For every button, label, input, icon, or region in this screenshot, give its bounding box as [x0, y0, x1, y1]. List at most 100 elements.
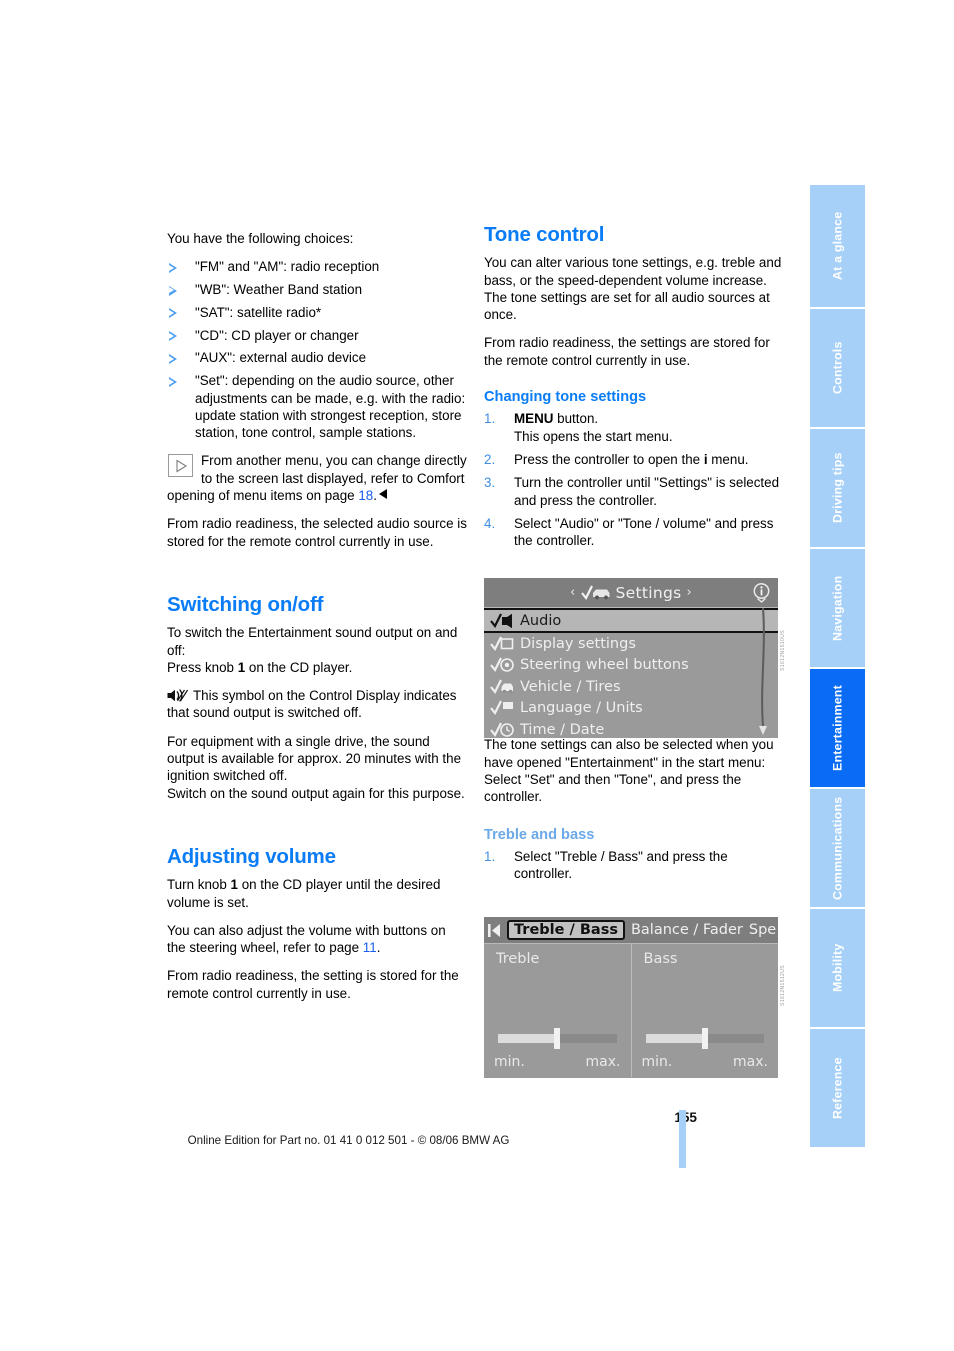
step-text: Select "Treble / Bass" and press the con…	[514, 848, 728, 882]
sidebar-item-driving-tips[interactable]: Driving tips	[810, 429, 865, 547]
settings-item-label: Time / Date	[520, 721, 605, 738]
triangle-bullet-icon	[169, 353, 177, 364]
sidebar-item-reference[interactable]: Reference	[810, 1029, 865, 1147]
settings-item-audio[interactable]: Audio	[484, 608, 778, 633]
bass-label: Bass	[643, 951, 678, 967]
tone-stored-paragraph: From radio readiness, the settings are s…	[484, 335, 770, 368]
settings-item-vehicle-tires[interactable]: Vehicle / Tires	[484, 676, 778, 698]
tab-speed-volume[interactable]: Spe	[749, 922, 776, 938]
sidebar-item-at-a-glance[interactable]: At a glance	[810, 185, 865, 307]
volume-p1-pre: Turn knob	[167, 877, 231, 893]
list-item: 1. Select "Treble / Bass" and press the c…	[484, 848, 784, 883]
after-settings-line2: Select "Set" and then "Tone", and press …	[484, 772, 742, 805]
bass-slider-fill	[645, 1034, 705, 1043]
list-item: 3. Turn the controller until "Settings" i…	[484, 474, 784, 509]
sidebar-item-label: Controls	[830, 341, 845, 395]
page-title-adjusting-volume: Adjusting volume	[167, 844, 336, 868]
choice-label: "AUX": external audio device	[195, 350, 367, 366]
note-block: From another menu, you can change direct…	[167, 452, 467, 504]
triangle-bullet-icon	[169, 285, 177, 296]
settings-item-steering-wheel-buttons[interactable]: Steering wheel buttons	[484, 655, 778, 677]
settings-item-time-date[interactable]: Time / Date	[484, 719, 778, 738]
note-text-tail: .	[373, 488, 377, 504]
info-button-icon[interactable]	[750, 581, 773, 604]
bass-range-labels: min. max.	[642, 1054, 769, 1070]
sidebar-item-label: Driving tips	[830, 452, 845, 524]
treble-slider-fill	[498, 1034, 558, 1043]
volume-p2-post: .	[376, 940, 381, 956]
settings-item-label: Language / Units	[520, 700, 643, 717]
treble-range-labels: min. max.	[494, 1054, 621, 1070]
choices-intro: You have the following choices:	[167, 231, 354, 246]
steering-wheel-icon	[490, 657, 514, 673]
prev-arrow-icon[interactable]: ‹	[570, 585, 576, 600]
treble-panel: Treble min. max.	[484, 944, 631, 1077]
list-item: "Set": depending on the audio source, ot…	[167, 372, 467, 441]
chapter-tabs-sidebar: At a glance Controls Driving tips Naviga…	[810, 185, 865, 1149]
treble-bass-screen-figure: Treble / Bass Balance / Fader Spe Treble…	[484, 917, 786, 1078]
settings-screen-title-group: ‹ Settings ›	[570, 584, 692, 602]
sidebar-item-label: At a glance	[830, 211, 845, 281]
footer-edition-text: Online Edition for Part no. 01 41 0 012 …	[187, 1134, 510, 1147]
triangle-bullet-icon	[169, 331, 177, 342]
changing-tone-steps-list: 1. MENU button. This opens the start menu…	[484, 410, 784, 549]
treble-slider[interactable]	[498, 1028, 617, 1049]
page-reference-link[interactable]: 11	[363, 940, 377, 955]
bass-slider[interactable]	[645, 1028, 764, 1049]
sidebar-item-entertainment[interactable]: Entertainment	[810, 669, 865, 787]
treble-bass-steps-list: 1. Select "Treble / Bass" and press the c…	[484, 848, 784, 883]
step-text-post: menu.	[707, 451, 749, 467]
tab-balance-fader[interactable]: Balance / Fader	[631, 922, 743, 938]
entertainment-start-menu-paragraph: The tone settings can also be selected w…	[484, 736, 784, 805]
step-number: 1.	[484, 848, 496, 864]
bass-max-label: max.	[733, 1054, 768, 1070]
treble-label: Treble	[496, 951, 540, 967]
figure-id-label: S1612N1510US	[780, 630, 786, 671]
settings-item-label: Audio	[520, 612, 562, 629]
tone-control-intro: You can alter various tone settings, e.g…	[484, 254, 784, 323]
mute-symbol-paragraph: This symbol on the Control Display indic…	[167, 687, 467, 722]
tab-treble-bass[interactable]: Treble / Bass	[507, 920, 625, 940]
volume-knob-paragraph: Turn knob 1 on the CD player until the d…	[167, 876, 467, 911]
list-item: "SAT": satellite radio*	[167, 304, 467, 321]
sidebar-item-label: Entertainment	[830, 685, 845, 771]
nav-left-icon[interactable]	[488, 923, 501, 938]
volume-p2-pre: You can also adjust the volume with butt…	[167, 922, 446, 956]
knob-number: 1	[230, 877, 238, 893]
switching-line1: To switch the Entertainment sound output…	[167, 625, 458, 658]
settings-item-language-units[interactable]: Language / Units	[484, 698, 778, 720]
sidebar-item-navigation[interactable]: Navigation	[810, 549, 865, 667]
next-arrow-icon[interactable]: ›	[686, 585, 692, 600]
page-title-switching: Switching on/off	[167, 592, 324, 616]
step-text: Turn the controller until "Settings" is …	[514, 475, 780, 508]
settings-screen-figure: ‹ Settings › Audio Display settings Stee…	[484, 578, 786, 738]
settings-item-display-settings[interactable]: Display settings	[484, 633, 778, 655]
note-text: From another menu, you can change direct…	[167, 453, 467, 504]
sidebar-item-label: Navigation	[830, 575, 845, 641]
flag-icon	[490, 700, 513, 716]
sidebar-item-label: Communications	[830, 796, 845, 900]
sidebar-item-mobility[interactable]: Mobility	[810, 909, 865, 1027]
settings-item-label: Display settings	[520, 635, 636, 652]
radio-readiness-paragraph: From radio readiness, the selected audio…	[167, 516, 467, 549]
manual-page: You have the following choices: "FM" and…	[0, 0, 954, 1351]
subheading-changing-tone-settings: Changing tone settings	[484, 389, 647, 406]
page-reference-link[interactable]: 18	[358, 488, 373, 503]
list-item: 2. Press the controller to open the i men…	[484, 451, 784, 468]
left-column: You have the following choices: "FM" and…	[167, 230, 467, 1013]
bass-slider-knob[interactable]	[701, 1028, 708, 1049]
sidebar-item-controls[interactable]: Controls	[810, 309, 865, 427]
treble-bass-body: Treble min. max. Bass min. max.	[484, 944, 778, 1077]
step-text: Press the controller to open the	[514, 451, 704, 467]
settings-screen-title: Settings	[615, 583, 682, 602]
scrollbar[interactable]	[758, 608, 768, 736]
step-text-line2: This opens the start menu.	[514, 428, 673, 444]
step-number: 4.	[484, 515, 496, 531]
treble-slider-knob[interactable]	[554, 1028, 561, 1049]
sidebar-item-communications[interactable]: Communications	[810, 789, 865, 907]
volume-stored-paragraph: From radio readiness, the setting is sto…	[167, 968, 459, 1001]
step-text: button.	[553, 411, 599, 427]
bass-panel: Bass min. max.	[630, 944, 779, 1077]
choice-label: "FM" and "AM": radio reception	[195, 259, 380, 275]
tone-intro-line1: You can alter various tone settings, e.g…	[484, 255, 782, 288]
